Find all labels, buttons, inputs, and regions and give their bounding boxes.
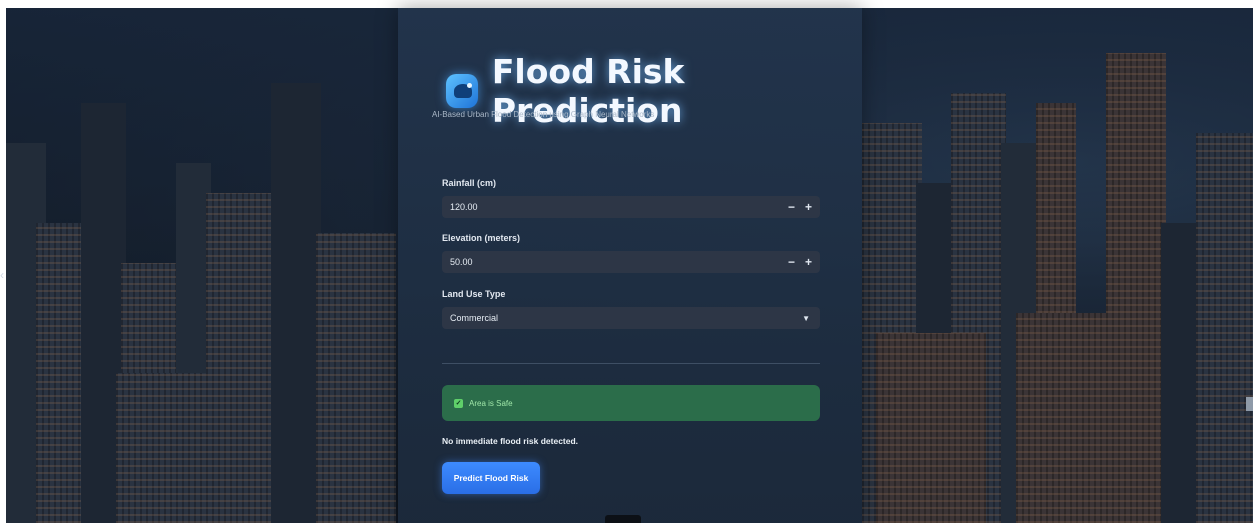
chevron-left-icon[interactable]: ‹ xyxy=(0,268,4,282)
elevation-value[interactable]: 50.00 xyxy=(450,257,788,267)
building xyxy=(1016,313,1126,523)
building xyxy=(316,233,396,523)
water-wave-icon xyxy=(446,74,478,108)
building xyxy=(876,333,986,523)
page-subtitle: AI-Based Urban Flood Detection using Gra… xyxy=(432,110,655,119)
rainfall-increment-button[interactable]: + xyxy=(805,201,812,213)
building xyxy=(1196,133,1253,523)
elevation-increment-button[interactable]: + xyxy=(805,256,812,268)
elevation-decrement-button[interactable]: − xyxy=(788,256,795,268)
check-icon: ✓ xyxy=(454,398,463,408)
main-panel: Flood Risk Prediction AI-Based Urban Flo… xyxy=(398,8,862,523)
building xyxy=(271,83,321,523)
alert-text: Area is Safe xyxy=(469,398,513,408)
building xyxy=(36,223,86,523)
rainfall-decrement-button[interactable]: − xyxy=(788,201,795,213)
bottom-tab[interactable] xyxy=(605,515,641,523)
predict-button[interactable]: Predict Flood Risk xyxy=(442,462,540,494)
land-use-selected[interactable]: Commercial xyxy=(450,313,802,323)
elevation-input[interactable]: 50.00 − + xyxy=(442,251,820,273)
status-text: No immediate flood risk detected. xyxy=(442,436,579,446)
rainfall-value[interactable]: 120.00 xyxy=(450,202,788,212)
divider xyxy=(442,363,820,364)
scroll-handle[interactable] xyxy=(1246,397,1253,411)
chevron-down-icon[interactable]: ▼ xyxy=(802,314,810,323)
building xyxy=(1161,223,1201,523)
rainfall-label: Rainfall (cm) xyxy=(442,178,497,188)
land-use-select[interactable]: Commercial ▼ xyxy=(442,307,820,329)
rainfall-input[interactable]: 120.00 − + xyxy=(442,196,820,218)
land-use-label: Land Use Type xyxy=(442,289,506,299)
elevation-label: Elevation (meters) xyxy=(442,233,521,243)
success-alert: ✓ Area is Safe xyxy=(442,385,820,421)
building xyxy=(116,373,226,523)
